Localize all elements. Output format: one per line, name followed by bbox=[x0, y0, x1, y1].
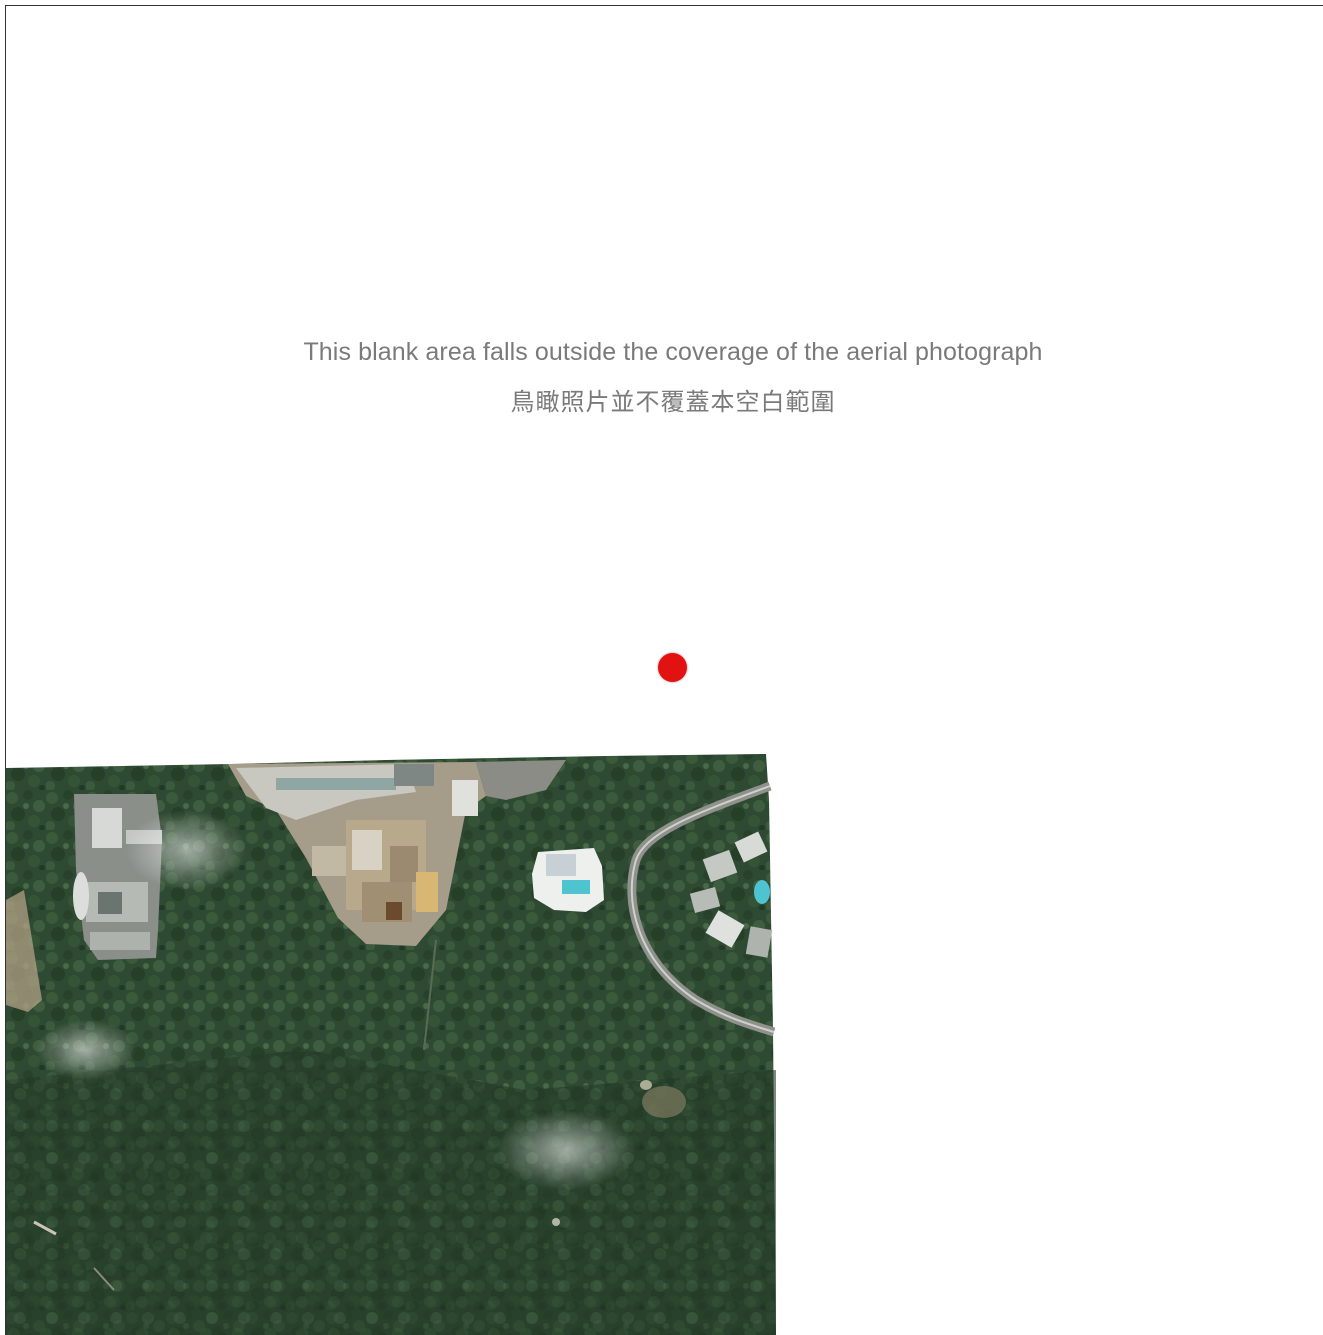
coverage-notice-chinese: 鳥瞰照片並不覆蓋本空白範圍 bbox=[510, 388, 836, 416]
coverage-notice-english: This blank area falls outside the covera… bbox=[303, 338, 1043, 366]
aerial-photograph bbox=[6, 754, 776, 1335]
map-viewport[interactable]: This blank area falls outside the covera… bbox=[5, 5, 1323, 1335]
location-dot-icon[interactable] bbox=[658, 653, 687, 682]
